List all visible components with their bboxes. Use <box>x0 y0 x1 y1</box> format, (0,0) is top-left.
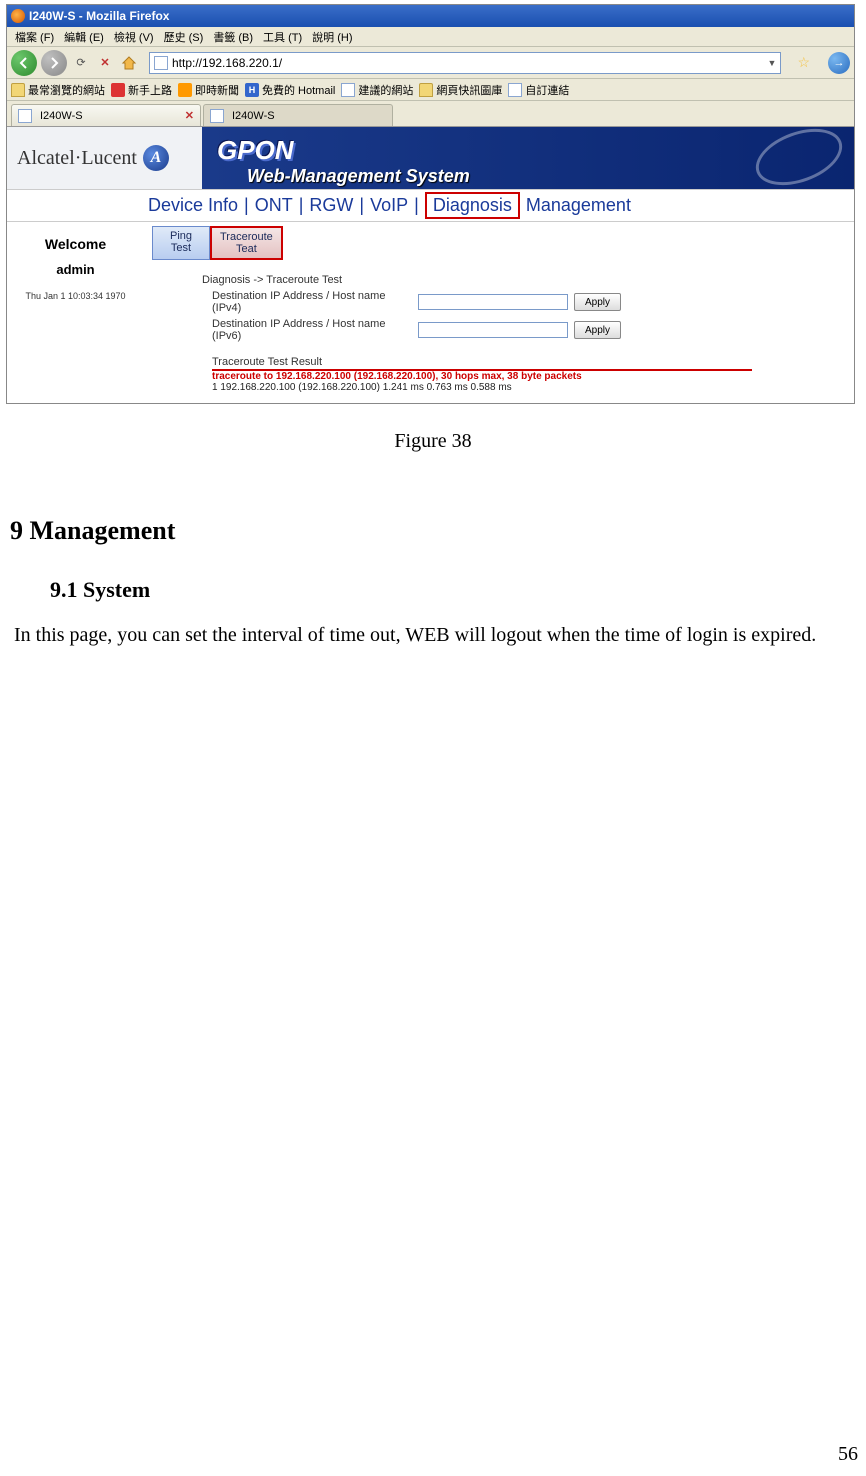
bookmark-news[interactable]: 即時新聞 <box>178 82 239 98</box>
bookmark-hotmail[interactable]: H免費的 Hotmail <box>245 82 335 98</box>
form-row-ipv6: Destination IP Address / Host name (IPv6… <box>212 318 846 342</box>
sidebar: Welcome admin Thu Jan 1 10:03:34 1970 <box>7 222 144 403</box>
window-title: I240W-S - Mozilla Firefox <box>29 9 169 23</box>
brand-mark-icon: A <box>143 145 169 171</box>
result-line-2: 1 192.168.220.100 (192.168.220.100) 1.24… <box>212 382 846 393</box>
nav-toolbar: ⟳ ✕ http://192.168.220.1/ ▼ ☆ → <box>7 47 854 79</box>
figure-caption: Figure 38 <box>0 430 866 453</box>
browser-screenshot: I240W-S - Mozilla Firefox 檔案 (F) 編輯 (E) … <box>6 4 855 404</box>
menu-file[interactable]: 檔案 (F) <box>11 29 58 45</box>
firefox-icon <box>11 9 25 23</box>
brand-logo: Alcatel·Lucent A <box>17 145 169 171</box>
main-area: PingTest TracerouteTeat Diagnosis -> Tra… <box>144 222 854 403</box>
content-row: Welcome admin Thu Jan 1 10:03:34 1970 Pi… <box>7 222 854 403</box>
nav-device-info[interactable]: Device Info <box>148 195 238 216</box>
bookmarks-toolbar: 最常瀏覽的網站 新手上路 即時新聞 H免費的 Hotmail 建議的網站 網頁快… <box>7 79 854 101</box>
menu-edit[interactable]: 編輯 (E) <box>60 29 108 45</box>
sidebar-user: admin <box>7 262 144 277</box>
input-ipv4[interactable] <box>418 294 568 310</box>
forward-button[interactable] <box>41 50 67 76</box>
page-icon <box>341 83 355 97</box>
bookmark-icon <box>111 83 125 97</box>
tab-active[interactable]: I240W-S ✕ <box>11 104 201 126</box>
subtab-row: PingTest TracerouteTeat <box>152 226 846 260</box>
tab-inactive[interactable]: I240W-S <box>203 104 393 126</box>
bookmark-webslice[interactable]: 網頁快訊圖庫 <box>419 82 502 98</box>
stop-icon[interactable]: ✕ <box>95 53 115 73</box>
main-nav: Device Info| ONT| RGW| VoIP| Diagnosis M… <box>7 189 854 222</box>
bookmark-most-visited[interactable]: 最常瀏覽的網站 <box>11 82 105 98</box>
home-icon[interactable] <box>119 53 139 73</box>
reload-icon[interactable]: ⟳ <box>71 53 91 73</box>
bookmark-custom[interactable]: 自訂連結 <box>508 82 569 98</box>
nav-ont[interactable]: ONT <box>255 195 293 216</box>
menu-help[interactable]: 說明 (H) <box>308 29 356 45</box>
tab-label: I240W-S <box>232 110 275 122</box>
document-body: 9 Management 9.1 System In this page, yo… <box>10 509 856 653</box>
banner-gpon: GPON <box>217 135 470 166</box>
nav-voip[interactable]: VoIP <box>370 195 408 216</box>
url-text: http://192.168.220.1/ <box>172 56 768 70</box>
banner-subtitle: Web-Management System <box>247 166 470 187</box>
subtab-ping[interactable]: PingTest <box>152 226 210 260</box>
page-number: 56 <box>838 1443 858 1466</box>
nav-management[interactable]: Management <box>526 195 631 216</box>
subtab-traceroute[interactable]: TracerouteTeat <box>210 226 283 260</box>
tab-label: I240W-S <box>40 110 83 122</box>
brand-text: Alcatel·Lucent <box>17 147 137 170</box>
close-icon[interactable]: ✕ <box>185 109 194 122</box>
folder-icon <box>419 83 433 97</box>
result-heading: Traceroute Test Result <box>212 356 752 371</box>
tab-bar: I240W-S ✕ I240W-S <box>7 101 854 127</box>
sidebar-timestamp: Thu Jan 1 10:03:34 1970 <box>7 291 144 301</box>
form-row-ipv4: Destination IP Address / Host name (IPv4… <box>212 290 846 314</box>
bookmark-suggested[interactable]: 建議的網站 <box>341 82 413 98</box>
menu-history[interactable]: 歷史 (S) <box>160 29 208 45</box>
window-titlebar: I240W-S - Mozilla Firefox <box>7 5 854 27</box>
folder-icon <box>11 83 25 97</box>
subsection-heading: 9.1 System <box>50 571 856 608</box>
address-bar[interactable]: http://192.168.220.1/ ▼ <box>149 52 781 74</box>
menu-view[interactable]: 檢視 (V) <box>110 29 158 45</box>
go-button[interactable]: → <box>828 52 850 74</box>
sidebar-welcome: Welcome <box>7 236 144 252</box>
menu-bookmarks[interactable]: 書籤 (B) <box>209 29 257 45</box>
nav-rgw[interactable]: RGW <box>309 195 353 216</box>
bookmark-getting-started[interactable]: 新手上路 <box>111 82 172 98</box>
menu-tools[interactable]: 工具 (T) <box>259 29 306 45</box>
section-heading: 9 Management <box>10 509 856 553</box>
menu-bar: 檔案 (F) 編輯 (E) 檢視 (V) 歷史 (S) 書籤 (B) 工具 (T… <box>7 27 854 47</box>
nav-diagnosis[interactable]: Diagnosis <box>425 192 520 219</box>
label-ipv6: Destination IP Address / Host name (IPv6… <box>212 318 412 342</box>
banner-title: GPON Web-Management System <box>217 135 470 187</box>
breadcrumb: Diagnosis -> Traceroute Test <box>202 274 846 286</box>
chevron-down-icon[interactable]: ▼ <box>768 58 777 68</box>
rss-icon <box>178 83 192 97</box>
back-button[interactable] <box>11 50 37 76</box>
page-icon <box>154 56 168 70</box>
page-icon <box>508 83 522 97</box>
banner-decor <box>748 127 850 189</box>
paragraph: In this page, you can set the interval o… <box>14 617 852 653</box>
apply-button-ipv4[interactable]: Apply <box>574 293 621 311</box>
result-line-1: traceroute to 192.168.220.100 (192.168.2… <box>212 371 846 382</box>
apply-button-ipv6[interactable]: Apply <box>574 321 621 339</box>
label-ipv4: Destination IP Address / Host name (IPv4… <box>212 290 412 314</box>
page-icon <box>18 109 32 123</box>
bookmark-star-icon[interactable]: ☆ <box>797 54 810 71</box>
site-banner: Alcatel·Lucent A GPON Web-Management Sys… <box>7 127 854 189</box>
hotmail-icon: H <box>245 83 259 97</box>
page-icon <box>210 109 224 123</box>
input-ipv6[interactable] <box>418 322 568 338</box>
